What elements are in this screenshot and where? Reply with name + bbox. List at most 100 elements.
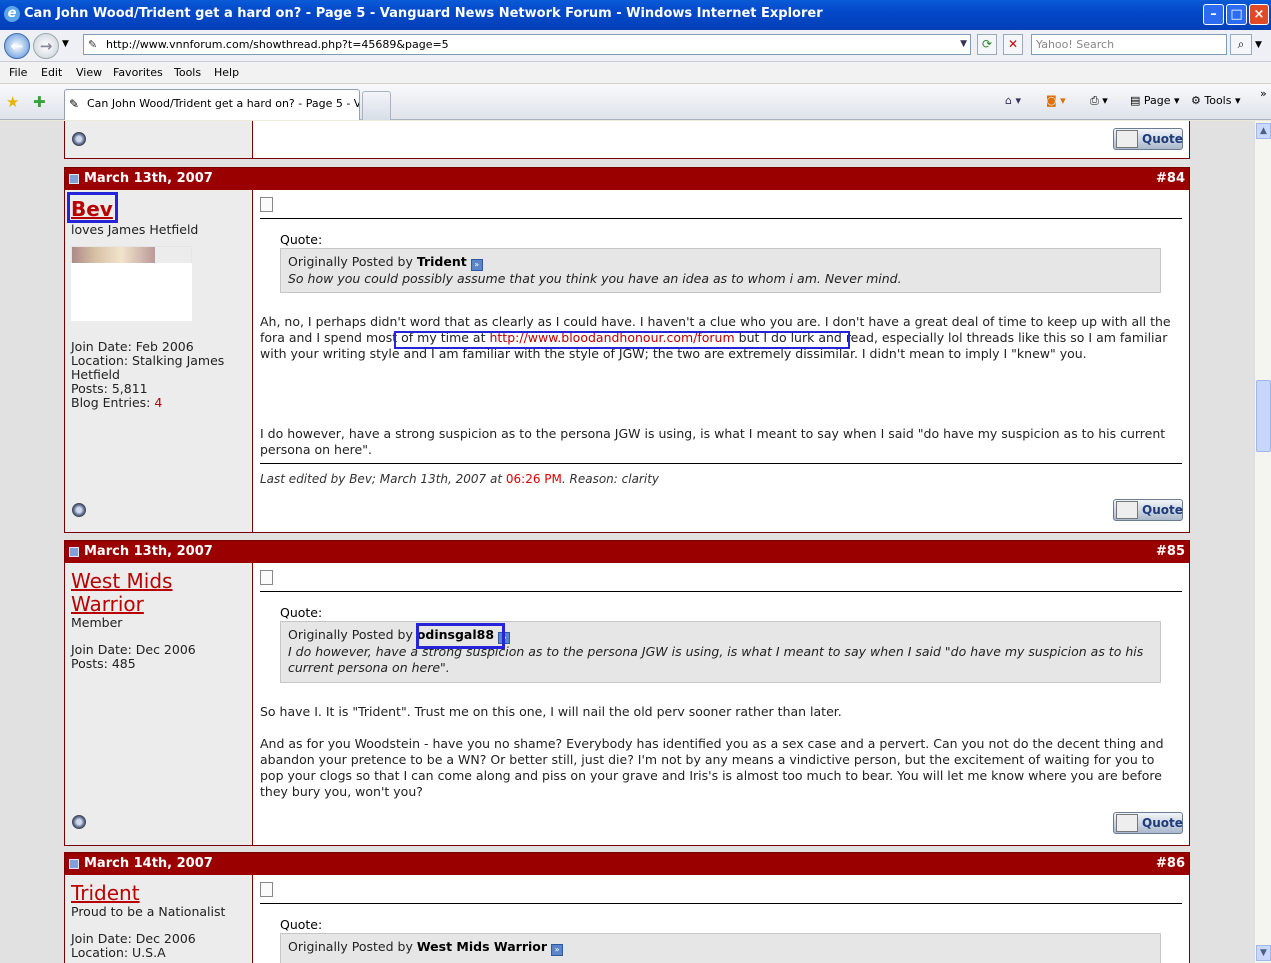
post-number-link[interactable]: #84 [1156, 168, 1185, 190]
user-info: Join Date: Dec 2006 Location: U.S.A [71, 932, 196, 960]
username-link[interactable]: West Mids [71, 570, 172, 593]
feeds-icon[interactable]: ◙ ▾ [1046, 94, 1066, 107]
post-document-icon [260, 197, 273, 212]
post-header: March 13th, 2007 #85 [65, 541, 1189, 563]
tools-menu-button[interactable]: ⚙ Tools ▾ [1191, 94, 1241, 107]
quote-block: Originally Posted by West Mids Warrior » [280, 933, 1161, 963]
add-favorite-icon[interactable]: ✚ [33, 93, 46, 111]
divider [260, 903, 1182, 904]
page-menu-button[interactable]: ▤ Page ▾ [1130, 94, 1180, 107]
user-title: loves James Hetfield [71, 222, 199, 237]
window-title: Can John Wood/Trident get a hard on? - P… [24, 6, 823, 21]
username-link[interactable]: Trident [71, 882, 140, 905]
username-link[interactable]: Bev [71, 198, 113, 221]
menu-bar: File Edit View Favorites Tools Help [0, 62, 1271, 84]
post-date: March 13th, 2007 [84, 544, 213, 559]
menu-edit[interactable]: Edit [41, 66, 62, 79]
scroll-up-arrow-icon[interactable]: ▲ [1256, 123, 1271, 139]
user-info: Join Date: Feb 2006 Location: Stalking J… [71, 340, 247, 410]
divider [260, 591, 1182, 592]
join-date: Join Date: Feb 2006 [71, 339, 194, 354]
menu-help[interactable]: Help [214, 66, 239, 79]
menu-view[interactable]: View [76, 66, 102, 79]
new-tab-button[interactable] [362, 91, 391, 120]
edit-note: Last edited by Bev; March 13th, 2007 at … [260, 472, 659, 486]
address-text: http://www.vnnforum.com/showthread.php?t… [106, 38, 449, 51]
window-titlebar: e Can John Wood/Trident get a hard on? -… [0, 0, 1271, 30]
user-info: Join Date: Dec 2006 Posts: 485 [71, 643, 196, 671]
quote-button[interactable]: Quote [1113, 128, 1183, 150]
post-sidebar: Trident Proud to be a Nationalist Join D… [65, 875, 253, 963]
join-date: Join Date: Dec 2006 [71, 931, 196, 946]
quote-author: odinsgal88 [416, 627, 495, 642]
user-title: Member [71, 615, 123, 630]
external-link[interactable]: http://www.bloodandhonour.com/forum [489, 330, 734, 345]
post-header: March 14th, 2007 #86 [65, 853, 1189, 875]
post-85: March 13th, 2007 #85 West Mids Warrior M… [64, 540, 1190, 846]
post-date: March 14th, 2007 [84, 856, 213, 871]
home-icon[interactable]: ⌂ ▾ [1005, 94, 1021, 107]
quote-block: Originally Posted by Trident » So how yo… [280, 248, 1161, 293]
search-input[interactable]: Yahoo! Search [1031, 34, 1227, 55]
page-content: Quote March 13th, 2007 #84 Bev loves Jam… [0, 121, 1254, 963]
stop-button[interactable]: ✕ [1003, 34, 1023, 55]
address-input[interactable]: ✎ http://www.vnnforum.com/showthread.php… [83, 34, 971, 55]
post-header: March 13th, 2007 #84 [65, 168, 1189, 190]
quote-icon [1116, 814, 1138, 832]
minimize-button[interactable]: – [1203, 4, 1224, 25]
menu-favorites[interactable]: Favorites [113, 66, 163, 79]
search-icon[interactable]: ⌕ [1230, 34, 1252, 55]
favorites-star-icon[interactable]: ★ [6, 93, 19, 111]
username-link-line2[interactable]: Warrior [71, 593, 144, 616]
post-document-icon [260, 882, 273, 897]
tab-current[interactable]: ✎ Can John Wood/Trident get a hard on? -… [64, 89, 360, 120]
quote-button-label: Quote [1142, 132, 1183, 146]
recent-pages-dropdown-icon[interactable]: ▼ [62, 39, 69, 49]
quote-button[interactable]: Quote [1113, 499, 1183, 521]
quote-label: Quote: [280, 917, 323, 932]
post-number-link[interactable]: #85 [1156, 541, 1185, 563]
quote-button[interactable]: Quote [1113, 812, 1183, 834]
post-document-icon [260, 570, 273, 585]
scroll-thumb[interactable] [1256, 380, 1271, 452]
quote-author: West Mids Warrior [416, 939, 548, 954]
print-icon[interactable]: ⎙ ▾ [1090, 94, 1108, 108]
divider [260, 463, 1182, 464]
vertical-scrollbar[interactable]: ▲ ▼ [1254, 121, 1271, 963]
search-options-dropdown-icon[interactable]: ▼ [1255, 40, 1262, 50]
blog-entries: Blog Entries: 4 [71, 396, 247, 410]
view-post-arrow-icon[interactable]: » [470, 259, 483, 271]
location: Location: U.S.A [71, 945, 166, 960]
quote-prefix: Originally Posted by [288, 939, 417, 954]
location: Location: Stalking James Hetfield [71, 353, 225, 382]
previous-post-tail: Quote [64, 121, 1190, 159]
post-body-paragraph: So have I. It is "Trident". Trust me on … [260, 704, 842, 719]
post-sidebar: West Mids Warrior Member Join Date: Dec … [65, 563, 253, 845]
view-post-arrow-icon[interactable]: » [551, 944, 564, 956]
back-button[interactable]: ← [4, 33, 30, 59]
refresh-button[interactable]: ⟳ [977, 34, 997, 55]
maximize-button[interactable]: □ [1226, 4, 1247, 25]
tab-bar: ★ ✚ ✎ Can John Wood/Trident get a hard o… [0, 84, 1271, 120]
post-86: March 14th, 2007 #86 Trident Proud to be… [64, 852, 1190, 963]
address-dropdown-icon[interactable]: ▼ [960, 35, 967, 54]
menu-file[interactable]: File [9, 66, 27, 79]
forward-button[interactable]: → [33, 33, 59, 59]
post-number-link[interactable]: #86 [1156, 853, 1185, 875]
menu-tools[interactable]: Tools [174, 66, 201, 79]
quote-attribution: Originally Posted by odinsgal88 » [288, 627, 1153, 644]
quote-button-label: Quote [1142, 503, 1183, 517]
post-count: Posts: 5,811 [71, 381, 148, 396]
quote-attribution: Originally Posted by Trident » [288, 254, 1153, 271]
more-toolbar-icon[interactable]: » [1260, 87, 1267, 100]
scroll-down-arrow-icon[interactable]: ▼ [1256, 945, 1271, 961]
avatar-blank [71, 263, 192, 321]
close-button[interactable]: × [1249, 4, 1269, 25]
quote-block: Originally Posted by odinsgal88 » I do h… [280, 621, 1161, 683]
blog-entries-link[interactable]: 4 [154, 395, 162, 410]
quote-text: I do however, have a strong suspicion as… [288, 644, 1144, 675]
tools-menu-label: Tools [1204, 94, 1232, 107]
post-body-paragraph: I do however, have a strong suspicion as… [260, 426, 1166, 457]
quote-prefix: Originally Posted by [288, 627, 417, 642]
view-post-arrow-icon[interactable]: » [498, 632, 511, 644]
